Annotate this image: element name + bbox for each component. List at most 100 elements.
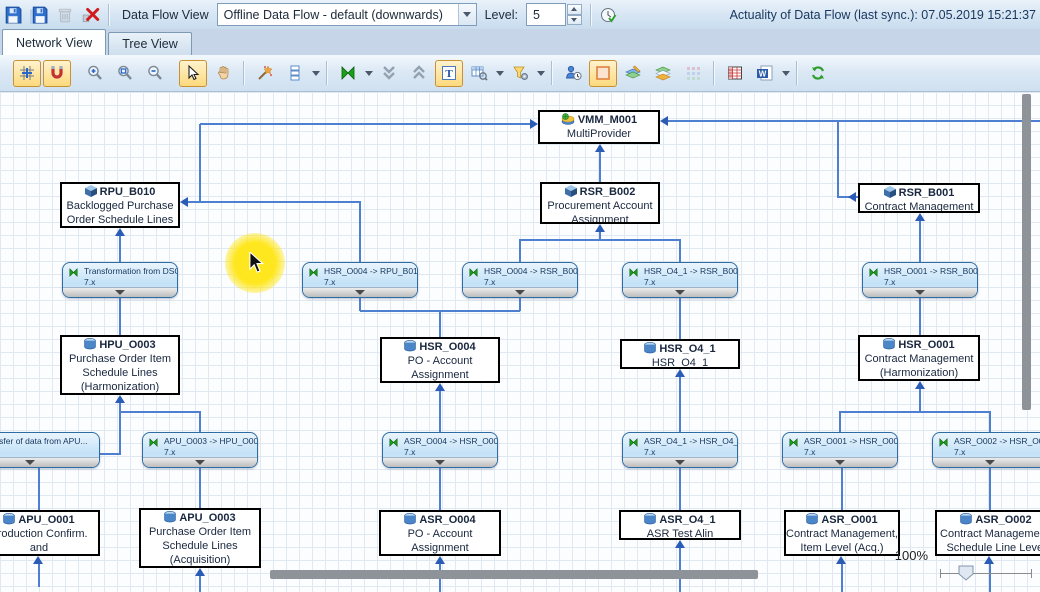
frame-highlight-button[interactable] <box>589 60 617 87</box>
transformation-collapse-strip[interactable] <box>383 457 497 467</box>
transformation-node[interactable]: HSR_O4_1 -> RSR_B002 7.x <box>622 262 738 298</box>
transformation-title: HSR_O004 -> RPU_B010 <box>324 266 418 276</box>
sync-status-button[interactable] <box>597 3 621 27</box>
table-search-button[interactable] <box>465 60 493 87</box>
node-RSR_B002[interactable]: RSR_B002 Procurement Account Assignment <box>540 182 660 224</box>
node-APU_O001[interactable]: APU_O001 Production Confirm. and Goods R… <box>0 510 100 556</box>
node-HSR_O4_1[interactable]: HSR_O4_1 HSR_O4_1 <box>620 339 740 369</box>
infocube-icon <box>565 185 577 197</box>
level-up-button[interactable] <box>567 4 582 15</box>
delete-button[interactable] <box>53 3 77 27</box>
transformation-collapse-strip[interactable] <box>863 287 977 297</box>
level-down-button[interactable] <box>567 15 582 26</box>
connector-segment <box>919 221 921 262</box>
user-clock-button[interactable] <box>559 60 587 87</box>
transformation-node[interactable]: ASR_O002 -> HSR_O002 7.x <box>932 432 1040 468</box>
zoom-slider-track[interactable] <box>940 573 1032 574</box>
node-VMM_M001[interactable]: VMM_M001 MultiProvider Purchasing <box>538 110 660 144</box>
table-view-button[interactable] <box>721 60 749 87</box>
node-HSR_O004[interactable]: HSR_O004 PO - Account Assignment (Harmon… <box>380 337 500 383</box>
expand-all-button[interactable] <box>405 60 433 87</box>
snap-grid-button[interactable] <box>13 60 41 87</box>
level-spinner[interactable] <box>567 4 582 25</box>
transformation-node[interactable]: HSR_O004 -> RPU_B010 7.x <box>302 262 418 298</box>
collapse-all-button[interactable] <box>375 60 403 87</box>
word-export-dropdown[interactable] <box>780 61 791 86</box>
connector-segment <box>439 468 441 510</box>
transformation-collapse-strip[interactable] <box>623 457 737 467</box>
pan-tool-button[interactable] <box>209 60 237 87</box>
transformation-title: HSR_O001 -> RSR_B001 <box>884 266 978 276</box>
tab-network-view[interactable]: Network View <box>2 29 106 55</box>
node-ASR_O002[interactable]: ASR_O002 Contract Management, Schedule L… <box>935 510 1040 556</box>
transformation-collapse-strip[interactable] <box>933 457 1040 467</box>
chevron-down-icon <box>675 290 685 295</box>
magnet-button[interactable] <box>43 60 71 87</box>
transformation-node[interactable]: ASR_O004 -> HSR_O004 7.x <box>382 432 498 468</box>
arrowhead <box>848 192 856 202</box>
zoom-in-button[interactable] <box>81 60 109 87</box>
transformation-node[interactable]: ASR_O4_1 -> HSR_O4_1 7.x <box>622 432 738 468</box>
node-ASR_O004[interactable]: ASR_O004 PO - Account Assignment (Acquis… <box>379 510 501 556</box>
select-tool-button[interactable] <box>179 60 207 87</box>
transformation-collapse-strip[interactable] <box>0 457 99 467</box>
tab-tree-view[interactable]: Tree View <box>108 32 192 55</box>
connector-segment <box>519 298 521 311</box>
data-flow-selector[interactable]: Offline Data Flow - default (downwards) <box>217 3 477 26</box>
zoom-fit-icon <box>116 64 134 82</box>
infocube-icon <box>85 185 97 197</box>
transformation-title: Transfer of data from APU... <box>0 436 88 446</box>
transformation-collapse-strip[interactable] <box>63 287 177 297</box>
horizontal-scrollbar-thumb[interactable] <box>270 570 758 579</box>
network-diagram-canvas[interactable]: VMM_M001 MultiProvider Purchasing RPU_B0… <box>0 92 1040 592</box>
transformation-node[interactable]: HSR_O001 -> RSR_B001 7.x <box>862 262 978 298</box>
show-text-button[interactable]: T <box>435 60 463 87</box>
transformation-dropdown[interactable] <box>363 61 374 86</box>
save-all-button[interactable] <box>27 3 51 27</box>
arrowhead <box>595 144 605 152</box>
node-RPU_B010[interactable]: RPU_B010 Backlogged Purchase Order Sched… <box>60 182 180 228</box>
connector-segment <box>439 310 441 337</box>
double-chevron-up-icon <box>410 64 428 82</box>
connector-segment <box>668 120 1040 122</box>
auto-layout-button[interactable] <box>251 60 279 87</box>
node-HPU_O003[interactable]: HPU_O003 Purchase Order Item Schedule Li… <box>60 335 180 395</box>
transformation-collapse-strip[interactable] <box>783 457 897 467</box>
transformation-collapse-strip[interactable] <box>463 287 577 297</box>
transformation-node[interactable]: Transformation from DSO HP... 7.x <box>62 262 178 298</box>
node-RSR_B001[interactable]: RSR_B001 Contract Management <box>858 183 980 213</box>
dots-grid-button[interactable] <box>679 60 707 87</box>
layers-button[interactable] <box>649 60 677 87</box>
transformation-collapse-strip[interactable] <box>143 457 257 467</box>
data-flow-selector-dropdown[interactable] <box>458 4 476 25</box>
filter-settings-button[interactable] <box>506 60 534 87</box>
level-input[interactable]: 5 <box>526 3 566 26</box>
zoom-fit-button[interactable] <box>111 60 139 87</box>
node-APU_O003[interactable]: APU_O003 Purchase Order Item Schedule Li… <box>139 508 261 568</box>
save-button[interactable] <box>1 3 25 27</box>
transformation-node[interactable]: ASR_O001 -> HSR_O001 7.x <box>782 432 898 468</box>
node-ASR_O4_1[interactable]: ASR_O4_1 ASR Test Alin <box>619 510 741 540</box>
transformation-button[interactable] <box>334 60 362 87</box>
filter-settings-dropdown[interactable] <box>535 61 546 86</box>
vertical-scrollbar-thumb[interactable] <box>1022 94 1031 410</box>
zoom-out-button[interactable] <box>141 60 169 87</box>
layers-edit-button[interactable] <box>619 60 647 87</box>
transformation-node[interactable]: APU_O003 -> HPU_O003 7.x <box>142 432 258 468</box>
save-all-icon <box>30 6 48 24</box>
vertical-layout-button[interactable] <box>281 60 309 87</box>
table-search-dropdown[interactable] <box>494 61 505 86</box>
node-id: RSR_B002 <box>580 186 636 198</box>
zoom-slider-thumb[interactable] <box>958 565 974 581</box>
dso-icon <box>806 513 818 525</box>
transformation-node[interactable]: Transfer of data from APU... 7.x <box>0 432 100 468</box>
refresh-button[interactable] <box>804 60 832 87</box>
node-HSR_O001[interactable]: HSR_O001 Contract Management (Harmonizat… <box>858 335 980 381</box>
transformation-collapse-strip[interactable] <box>623 287 737 297</box>
transformation-node[interactable]: HSR_O004 -> RSR_B002 7.x <box>462 262 578 298</box>
word-export-button[interactable]: W <box>751 60 779 87</box>
save-icon <box>4 6 22 24</box>
vertical-layout-dropdown[interactable] <box>310 61 321 86</box>
transformation-collapse-strip[interactable] <box>303 287 417 297</box>
remove-data-flow-button[interactable] <box>79 3 103 27</box>
